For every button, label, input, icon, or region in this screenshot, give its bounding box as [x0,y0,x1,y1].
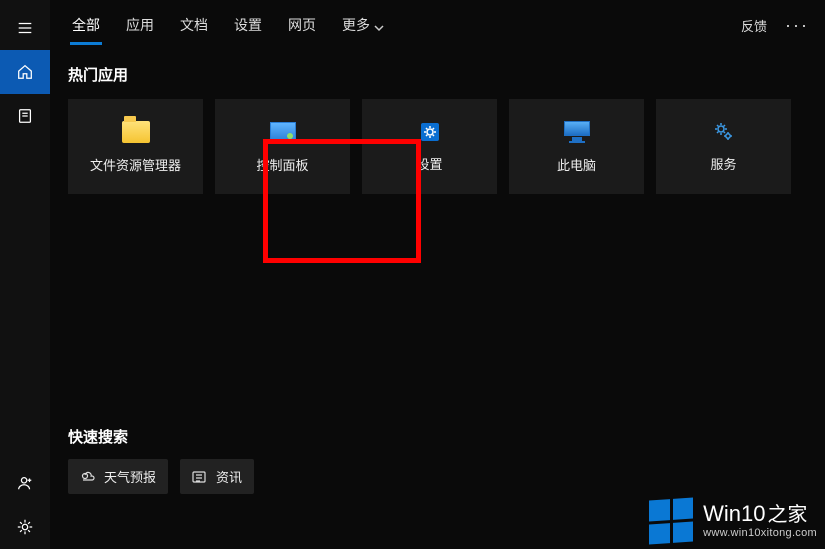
content-area: 热门应用 文件资源管理器 控制面板 设置 [50,50,825,549]
chip-label: 资讯 [216,467,242,486]
tab-apps[interactable]: 应用 [116,7,164,43]
tile-label: 此电脑 [557,155,596,174]
person-add-icon [16,474,34,492]
tab-settings[interactable]: 设置 [224,7,272,43]
chip-label: 天气预报 [104,467,156,486]
tab-bar: 全部 应用 文档 设置 网页 更多 反馈 ··· [50,0,825,50]
quick-search-chips: 天气预报 资讯 [68,459,807,494]
more-menu-button[interactable]: ··· [781,9,813,42]
tile-file-explorer[interactable]: 文件资源管理器 [68,99,203,194]
top-apps-title: 热门应用 [68,64,807,85]
left-rail [0,0,50,549]
tile-label: 文件资源管理器 [90,155,181,174]
account-button[interactable] [0,461,50,505]
main-area: 全部 应用 文档 设置 网页 更多 反馈 ··· 热门应用 文件资源管理器 [50,0,825,549]
tab-web[interactable]: 网页 [278,7,326,43]
tile-label: 服务 [710,154,736,173]
tab-all[interactable]: 全部 [62,7,110,43]
top-apps-tiles: 文件资源管理器 控制面板 设置 此电脑 [68,99,807,194]
tab-documents[interactable]: 文档 [170,7,218,43]
hamburger-icon [16,19,34,37]
gear-icon [16,518,34,536]
home-button[interactable] [0,50,50,94]
tile-label: 控制面板 [256,155,308,174]
tile-label: 设置 [416,154,442,173]
search-panel-root: 全部 应用 文档 设置 网页 更多 反馈 ··· 热门应用 文件资源管理器 [0,0,825,549]
gears-icon [712,120,736,144]
tile-this-pc[interactable]: 此电脑 [509,99,644,194]
document-icon [16,107,34,125]
recent-button[interactable] [0,94,50,138]
quick-search-title: 快速搜索 [68,426,807,447]
control-panel-icon [268,119,298,145]
settings-rail-button[interactable] [0,505,50,549]
chip-news[interactable]: 资讯 [180,459,254,494]
hamburger-button[interactable] [0,6,50,50]
monitor-icon [562,119,592,145]
feedback-link[interactable]: 反馈 [737,10,771,41]
folder-icon [121,119,151,145]
chevron-down-icon [374,20,384,30]
tabbar-right: 反馈 ··· [737,9,813,42]
news-icon [192,470,208,484]
home-icon [16,63,34,81]
tile-services[interactable]: 服务 [656,99,791,194]
gear-icon [418,120,442,144]
weather-icon [80,470,96,484]
tile-control-panel[interactable]: 控制面板 [215,99,350,194]
tab-more[interactable]: 更多 [332,7,394,43]
tile-settings[interactable]: 设置 [362,99,497,194]
tab-more-label: 更多 [342,15,370,35]
chip-weather[interactable]: 天气预报 [68,459,168,494]
